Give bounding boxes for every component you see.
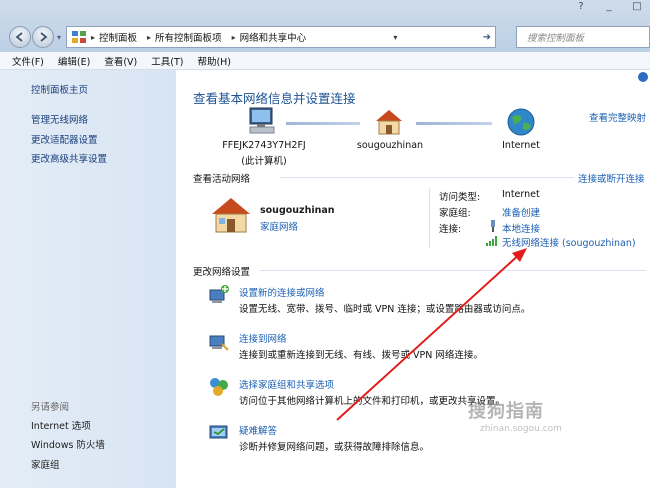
active-network-name: sougouzhinan bbox=[260, 205, 335, 216]
back-button[interactable] bbox=[9, 26, 31, 48]
change-settings-heading: 更改网络设置 bbox=[193, 267, 251, 278]
task-title-homegroup[interactable]: 选择家庭组和共享选项 bbox=[239, 377, 334, 391]
active-networks-heading: 查看活动网络 bbox=[193, 174, 251, 185]
info-divider bbox=[429, 188, 430, 248]
menu-file[interactable]: 文件(F) bbox=[12, 54, 44, 68]
maximize-button[interactable]: □ bbox=[630, 0, 644, 16]
homegroup-label: 家庭组: bbox=[439, 208, 471, 219]
troubleshoot-icon bbox=[209, 425, 228, 439]
advanced-sharing-link[interactable]: 更改高级共享设置 bbox=[31, 151, 107, 165]
task-desc-troubleshoot: 诊断并修复网络问题，或获得故障排除信息。 bbox=[239, 442, 430, 453]
watermark-url: zhinan.sogou.com bbox=[480, 424, 562, 434]
minimize-button[interactable]: _ bbox=[602, 0, 616, 16]
windows-firewall-link[interactable]: Windows 防火墙 bbox=[31, 437, 105, 451]
address-bar[interactable]: ▸ 控制面板 ▸ 所有控制面板项 ▸ 网络和共享中心 ▾ ➜ bbox=[66, 26, 496, 48]
forward-button[interactable] bbox=[32, 26, 54, 48]
task-desc-new-connection: 设置无线、宽带、拨号、临时或 VPN 连接；或设置路由器或访问点。 bbox=[239, 304, 531, 315]
task-title-connect[interactable]: 连接到网络 bbox=[239, 331, 287, 345]
home-network-large-icon bbox=[212, 198, 250, 233]
task-title-new-connection[interactable]: 设置新的连接或网络 bbox=[239, 285, 325, 299]
computer-name: FFEJK2743Y7H2FJ bbox=[222, 140, 306, 151]
local-connection-link[interactable]: 本地连接 bbox=[502, 221, 540, 235]
search-placeholder: 搜索控制面板 bbox=[527, 33, 585, 44]
internet-globe-icon bbox=[507, 108, 535, 136]
adapter-settings-link[interactable]: 更改适配器设置 bbox=[31, 132, 98, 146]
task-desc-connect: 连接到或重新连接到无线、有线、拨号或 VPN 网络连接。 bbox=[239, 350, 483, 361]
map-link-line bbox=[286, 122, 360, 125]
home-network-icon bbox=[376, 110, 402, 135]
help-window-button[interactable]: ? bbox=[574, 0, 588, 16]
menu-edit[interactable]: 编辑(E) bbox=[58, 54, 90, 68]
breadcrumb-all-items[interactable]: 所有控制面板项 bbox=[155, 30, 222, 44]
map-internet-label: Internet bbox=[502, 140, 540, 151]
connect-disconnect-link[interactable]: 连接或断开连接 bbox=[578, 171, 645, 185]
see-also-heading: 另请参阅 bbox=[31, 402, 70, 413]
connect-network-icon bbox=[209, 335, 229, 351]
task-title-troubleshoot[interactable]: 疑难解答 bbox=[239, 423, 277, 437]
section-divider bbox=[280, 177, 574, 178]
menu-view[interactable]: 查看(V) bbox=[104, 54, 137, 68]
history-dropdown-icon[interactable]: ▾ bbox=[57, 33, 61, 42]
new-connection-icon bbox=[209, 285, 229, 303]
access-type-value: Internet bbox=[502, 189, 540, 200]
menu-tools[interactable]: 工具(T) bbox=[151, 54, 183, 68]
breadcrumb-network-center[interactable]: 网络和共享中心 bbox=[240, 30, 307, 44]
watermark-logo: 搜狗指南 bbox=[468, 397, 544, 423]
breadcrumb-control-panel[interactable]: 控制面板 bbox=[99, 30, 137, 44]
address-dropdown-icon[interactable]: ▾ bbox=[393, 33, 397, 42]
section-divider bbox=[260, 270, 646, 271]
view-full-map-link[interactable]: 查看完整映射 bbox=[589, 110, 646, 124]
homegroup-link[interactable]: 家庭组 bbox=[31, 457, 60, 471]
access-type-label: 访问类型: bbox=[439, 192, 481, 203]
computer-icon bbox=[249, 107, 275, 134]
connections-label: 连接: bbox=[439, 224, 462, 235]
watermark-text: 搜狗指南 bbox=[468, 401, 544, 422]
refresh-icon[interactable]: ➜ bbox=[483, 32, 491, 43]
forward-arrow-icon bbox=[40, 32, 48, 42]
computer-subtitle: (此计算机) bbox=[241, 156, 287, 167]
page-title: 查看基本网络信息并设置连接 bbox=[193, 91, 356, 106]
main-panel: 查看基本网络信息并设置连接 查看完整映射 FFEJK2743Y7H2FJ (此计… bbox=[176, 70, 650, 488]
control-panel-home-link[interactable]: 控制面板主页 bbox=[31, 82, 88, 96]
internet-options-link[interactable]: Internet 选项 bbox=[31, 418, 91, 432]
manage-wireless-link[interactable]: 管理无线网络 bbox=[31, 112, 88, 126]
wireless-signal-icon bbox=[486, 236, 497, 246]
title-bar: ? _ □ ▾ ▸ 控制面板 ▸ 所有控制面板项 ▸ 网络和共享中心 ▾ ➜ 搜… bbox=[0, 0, 650, 52]
left-panel: 控制面板主页 管理无线网络 更改适配器设置 更改高级共享设置 另请参阅 Inte… bbox=[0, 70, 176, 488]
window-controls: ? _ □ bbox=[574, 0, 644, 16]
breadcrumb-separator-icon: ▸ bbox=[91, 32, 96, 42]
help-icon[interactable] bbox=[638, 72, 648, 82]
map-network-name: sougouzhinan bbox=[356, 140, 424, 151]
homegroup-sharing-icon bbox=[210, 378, 228, 396]
menu-bar: 文件(F) 编辑(E) 查看(V) 工具(T) 帮助(H) bbox=[0, 52, 650, 70]
homegroup-create-link[interactable]: 准备创建 bbox=[502, 205, 540, 219]
menu-help[interactable]: 帮助(H) bbox=[197, 54, 231, 68]
wireless-connection-link[interactable]: 无线网络连接 (sougouzhinan) bbox=[502, 235, 636, 249]
task-desc-homegroup: 访问位于其他网络计算机上的文件和打印机，或更改共享设置。 bbox=[239, 396, 506, 407]
search-box[interactable]: 搜索控制面板 bbox=[516, 26, 650, 48]
breadcrumb-separator-icon: ▸ bbox=[231, 32, 236, 42]
breadcrumb-separator-icon: ▸ bbox=[147, 32, 152, 42]
control-panel-icon bbox=[72, 31, 86, 43]
map-link-line bbox=[416, 122, 492, 125]
network-type-link[interactable]: 家庭网络 bbox=[260, 219, 298, 233]
ethernet-icon bbox=[491, 220, 495, 232]
back-arrow-icon bbox=[15, 32, 23, 42]
